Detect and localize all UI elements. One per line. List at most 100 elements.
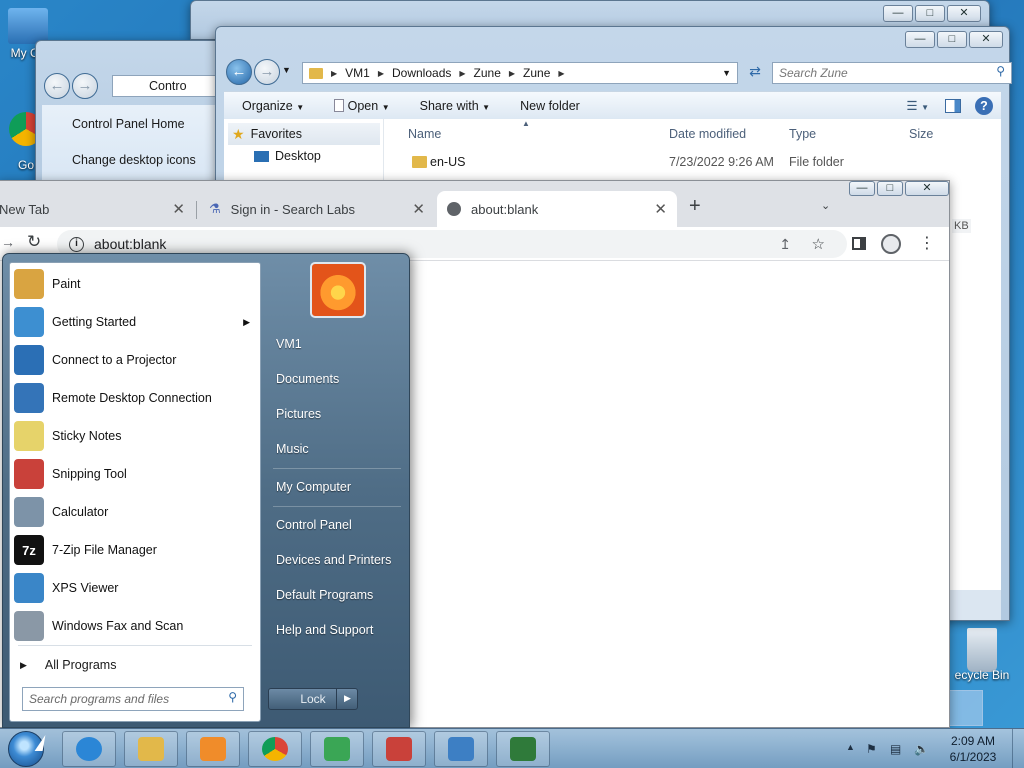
- profile-avatar-icon[interactable]: [881, 234, 901, 254]
- column-header-date[interactable]: Date modified: [669, 127, 746, 141]
- close-tab-icon[interactable]: ✕: [654, 200, 667, 218]
- new-folder-button[interactable]: New folder: [520, 99, 580, 113]
- open-button[interactable]: Open ▼: [334, 98, 390, 113]
- close-tab-icon[interactable]: ✕: [412, 200, 425, 218]
- search-input[interactable]: Search Zune ⚲: [772, 62, 1012, 84]
- start-item-my-computer[interactable]: My Computer: [276, 480, 351, 494]
- taskbar-button-google-chrome[interactable]: [248, 731, 302, 767]
- start-item-documents[interactable]: Documents: [276, 372, 339, 386]
- side-panel-icon[interactable]: [852, 237, 866, 250]
- chevron-right-icon[interactable]: ▶: [378, 69, 384, 78]
- maximize-button[interactable]: □: [937, 31, 967, 48]
- tab-new-tab[interactable]: New Tab ✕: [0, 191, 195, 227]
- network-icon[interactable]: ▤: [890, 742, 901, 756]
- address-bar[interactable]: Contro: [112, 75, 232, 97]
- start-item-devices-printers[interactable]: Devices and Printers: [276, 553, 391, 567]
- taskbar-button-file-explorer[interactable]: [124, 731, 178, 767]
- close-button[interactable]: ✕: [905, 181, 949, 196]
- maximize-button[interactable]: □: [877, 181, 903, 196]
- minimize-button[interactable]: —: [883, 5, 913, 22]
- chevron-right-icon[interactable]: ▶: [459, 69, 465, 78]
- taskbar-button-task-manager[interactable]: [496, 731, 550, 767]
- share-icon[interactable]: ↥: [779, 236, 791, 253]
- control-panel-window[interactable]: ← → Contro Control Panel Home Change des…: [35, 40, 232, 201]
- control-panel-home-link[interactable]: Control Panel Home: [72, 117, 185, 131]
- start-item-music[interactable]: Music: [276, 442, 309, 456]
- nav-item-desktop[interactable]: Desktop: [228, 145, 321, 167]
- back-arrow-icon[interactable]: →: [1, 234, 15, 250]
- taskbar-button-internet-explorer[interactable]: [62, 731, 116, 767]
- breadcrumb-item[interactable]: VM1: [345, 66, 370, 80]
- desktop-icon-recycle-bin[interactable]: ecycle Bin: [946, 628, 1018, 688]
- program-item[interactable]: Getting Started ▶: [14, 305, 258, 339]
- chevron-right-icon[interactable]: ▶: [331, 69, 337, 78]
- all-programs-button[interactable]: ▶ All Programs: [20, 653, 250, 677]
- close-button[interactable]: ✕: [947, 5, 981, 22]
- start-item-pictures[interactable]: Pictures: [276, 407, 321, 421]
- submenu-arrow-icon[interactable]: ▶: [243, 317, 250, 328]
- show-desktop-button[interactable]: [1012, 729, 1024, 768]
- address-dropdown-icon[interactable]: ▼: [722, 68, 731, 78]
- menu-kebab-icon[interactable]: ⋮: [919, 233, 935, 253]
- change-desktop-icons-link[interactable]: Change desktop icons: [72, 153, 196, 167]
- program-item[interactable]: Paint: [14, 267, 258, 301]
- program-item[interactable]: Windows Fax and Scan: [14, 609, 258, 643]
- program-item[interactable]: Sticky Notes: [14, 419, 258, 453]
- nav-item-favorites[interactable]: ★ Favorites: [228, 123, 380, 145]
- program-item[interactable]: Remote Desktop Connection: [14, 381, 258, 415]
- file-row[interactable]: en-US 7/23/2022 9:26 AM File folder: [408, 153, 968, 173]
- breadcrumb[interactable]: ▶ VM1 ▶ Downloads ▶ Zune ▶ Zune ▶ ▼: [302, 62, 738, 84]
- maximize-button[interactable]: □: [915, 5, 945, 22]
- breadcrumb-item[interactable]: Downloads: [392, 66, 451, 80]
- new-tab-button[interactable]: +: [689, 195, 701, 218]
- forward-button[interactable]: →: [72, 73, 98, 99]
- close-tab-icon[interactable]: ✕: [172, 200, 185, 218]
- back-button[interactable]: ←: [44, 73, 70, 99]
- tab-sign-in-search-labs[interactable]: ⚗ Sign in - Search Labs ✕: [199, 191, 435, 227]
- program-item[interactable]: XPS Viewer: [14, 571, 258, 605]
- taskbar-button-control-panel[interactable]: [434, 731, 488, 767]
- search-programs-input[interactable]: Search programs and files ⚲: [22, 687, 244, 711]
- recent-pages-chevron-icon[interactable]: ▼: [282, 65, 291, 75]
- chevron-right-icon[interactable]: ▶: [509, 69, 515, 78]
- breadcrumb-item[interactable]: Zune: [474, 66, 501, 80]
- breadcrumb-item[interactable]: Zune: [523, 66, 550, 80]
- close-button[interactable]: ✕: [969, 31, 1003, 48]
- column-header-size[interactable]: Size: [909, 127, 933, 141]
- start-item-user[interactable]: VM1: [276, 337, 302, 351]
- refresh-icon[interactable]: ⇄: [744, 63, 766, 83]
- download-arrow-icon[interactable]: [945, 690, 983, 726]
- user-avatar[interactable]: [310, 262, 366, 318]
- tab-about-blank[interactable]: about:blank ✕: [437, 191, 677, 227]
- share-with-button[interactable]: Share with ▼: [420, 99, 490, 113]
- taskbar-button-app-green[interactable]: [310, 731, 364, 767]
- preview-pane-icon[interactable]: [945, 98, 961, 113]
- column-header-name[interactable]: Name: [408, 127, 441, 141]
- clock[interactable]: 2:09 AM 6/1/2023: [940, 733, 1006, 765]
- program-item[interactable]: Connect to a Projector: [14, 343, 258, 377]
- tab-search-chevron-icon[interactable]: ⌄: [821, 199, 830, 212]
- start-item-control-panel[interactable]: Control Panel: [276, 518, 352, 532]
- column-header-type[interactable]: Type: [789, 127, 816, 141]
- volume-muted-icon[interactable]: 🔈: [914, 742, 929, 756]
- program-item[interactable]: Calculator: [14, 495, 258, 529]
- shutdown-options-arrow-icon[interactable]: ▶: [336, 688, 358, 710]
- start-item-default-programs[interactable]: Default Programs: [276, 588, 373, 602]
- minimize-button[interactable]: —: [849, 181, 875, 196]
- bookmark-star-icon[interactable]: ☆: [812, 235, 825, 253]
- action-center-flag-icon[interactable]: ⚑: [866, 742, 877, 756]
- minimize-button[interactable]: —: [905, 31, 935, 48]
- chevron-right-icon[interactable]: ▶: [558, 69, 564, 78]
- program-item[interactable]: Snipping Tool: [14, 457, 258, 491]
- start-item-help-support[interactable]: Help and Support: [276, 623, 373, 637]
- back-button[interactable]: ←: [226, 59, 252, 85]
- reload-icon[interactable]: ↻: [27, 232, 41, 252]
- view-options-icon[interactable]: ☰ ▼: [906, 98, 929, 113]
- program-item[interactable]: 7z 7-Zip File Manager: [14, 533, 258, 567]
- show-hidden-icons-chevron[interactable]: ▲: [846, 742, 855, 752]
- taskbar-button-app-red[interactable]: [372, 731, 426, 767]
- help-icon[interactable]: ?: [975, 96, 993, 115]
- forward-button[interactable]: →: [254, 59, 280, 85]
- taskbar-button-media-player[interactable]: [186, 731, 240, 767]
- organize-button[interactable]: Organize ▼: [242, 99, 304, 113]
